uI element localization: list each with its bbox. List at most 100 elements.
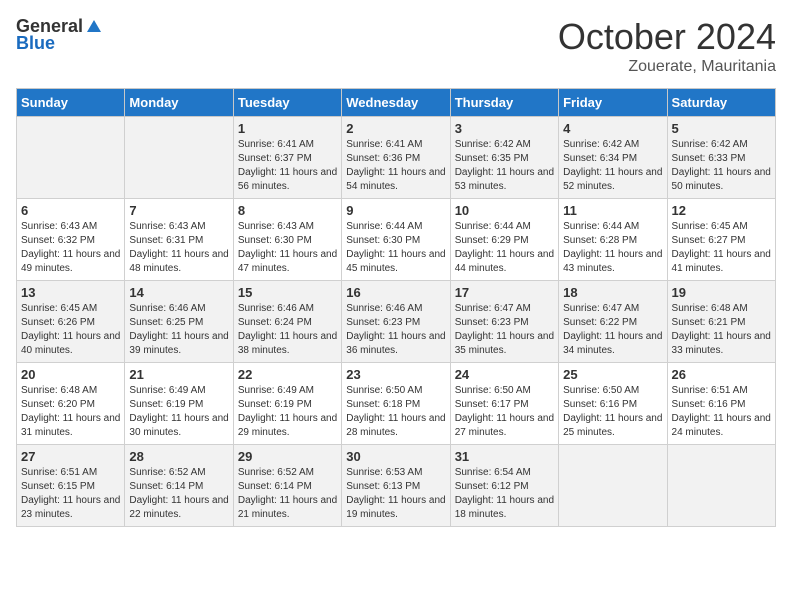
daylight-text: Daylight: 11 hours and 52 minutes.: [563, 166, 662, 194]
day-number: 8: [238, 203, 337, 218]
sunset-text: Sunset: 6:12 PM: [455, 480, 554, 494]
day-number: 6: [21, 203, 120, 218]
logo: General Blue: [16, 16, 103, 54]
sunset-text: Sunset: 6:19 PM: [238, 398, 337, 412]
sunset-text: Sunset: 6:22 PM: [563, 316, 662, 330]
sunset-text: Sunset: 6:16 PM: [563, 398, 662, 412]
sunset-text: Sunset: 6:17 PM: [455, 398, 554, 412]
sunset-text: Sunset: 6:25 PM: [129, 316, 228, 330]
sunset-text: Sunset: 6:23 PM: [455, 316, 554, 330]
day-number: 19: [672, 285, 771, 300]
sunrise-text: Sunrise: 6:47 AM: [455, 302, 554, 316]
sunrise-text: Sunrise: 6:50 AM: [455, 384, 554, 398]
calendar-cell: 22Sunrise: 6:49 AMSunset: 6:19 PMDayligh…: [233, 363, 341, 445]
calendar-cell: 12 Sunrise: 6:45 AMSunset: 6:27 PMDayligh…: [667, 199, 775, 281]
sunset-text: Sunset: 6:16 PM: [672, 398, 771, 412]
header-day-friday: Friday: [559, 89, 667, 117]
daylight-text: Daylight: 11 hours and 49 minutes.: [21, 248, 120, 276]
sunset-text: Sunset: 6:27 PM: [672, 234, 771, 248]
day-number: 25: [563, 367, 662, 382]
day-info: Sunrise: 6:42 AMSunset: 6:34 PMDaylight:…: [563, 138, 662, 194]
sunrise-text: Sunrise: 6:50 AM: [563, 384, 662, 398]
sunrise-text: Sunrise: 6:45 AM: [672, 220, 771, 234]
day-info: Sunrise: 6:43 AMSunset: 6:30 PMDaylight:…: [238, 220, 337, 276]
sunrise-text: Sunrise: 6:44 AM: [455, 220, 554, 234]
day-info: Sunrise: 6:45 AMSunset: 6:26 PMDaylight:…: [21, 302, 120, 358]
day-number: 9: [346, 203, 445, 218]
calendar-cell: 16Sunrise: 6:46 AMSunset: 6:23 PMDayligh…: [342, 281, 450, 363]
calendar-cell: 2Sunrise: 6:41 AMSunset: 6:36 PMDaylight…: [342, 117, 450, 199]
day-number: 2: [346, 121, 445, 136]
calendar-cell: 26Sunrise: 6:51 AMSunset: 6:16 PMDayligh…: [667, 363, 775, 445]
day-number: 20: [21, 367, 120, 382]
daylight-text: Daylight: 11 hours and 53 minutes.: [455, 166, 554, 194]
sunset-text: Sunset: 6:14 PM: [129, 480, 228, 494]
sunset-text: Sunset: 6:33 PM: [672, 152, 771, 166]
sunset-text: Sunset: 6:18 PM: [346, 398, 445, 412]
logo-icon: [85, 18, 103, 36]
sunrise-text: Sunrise: 6:53 AM: [346, 466, 445, 480]
day-info: Sunrise: 6:48 AMSunset: 6:21 PMDaylight:…: [672, 302, 771, 358]
day-number: 27: [21, 449, 120, 464]
day-info: Sunrise: 6:48 AMSunset: 6:20 PMDaylight:…: [21, 384, 120, 440]
sunset-text: Sunset: 6:26 PM: [21, 316, 120, 330]
day-number: 30: [346, 449, 445, 464]
day-info: Sunrise: 6:44 AMSunset: 6:30 PMDaylight:…: [346, 220, 445, 276]
sunset-text: Sunset: 6:19 PM: [129, 398, 228, 412]
sunrise-text: Sunrise: 6:41 AM: [238, 138, 337, 152]
daylight-text: Daylight: 11 hours and 50 minutes.: [672, 166, 771, 194]
day-info: Sunrise: 6:52 AMSunset: 6:14 PMDaylight:…: [129, 466, 228, 522]
calendar-cell: 29Sunrise: 6:52 AMSunset: 6:14 PMDayligh…: [233, 445, 341, 527]
sunrise-text: Sunrise: 6:43 AM: [21, 220, 120, 234]
sunrise-text: Sunrise: 6:52 AM: [238, 466, 337, 480]
daylight-text: Daylight: 11 hours and 25 minutes.: [563, 412, 662, 440]
sunrise-text: Sunrise: 6:41 AM: [346, 138, 445, 152]
daylight-text: Daylight: 11 hours and 41 minutes.: [672, 248, 771, 276]
calendar-cell: 27 Sunrise: 6:51 AMSunset: 6:15 PMDayligh…: [17, 445, 125, 527]
sunrise-text: Sunrise: 6:42 AM: [455, 138, 554, 152]
day-number: 21: [129, 367, 228, 382]
sunrise-text: Sunrise: 6:48 AM: [672, 302, 771, 316]
sunrise-text: Sunrise: 6:44 AM: [563, 220, 662, 234]
sunset-text: Sunset: 6:34 PM: [563, 152, 662, 166]
day-number: 10: [455, 203, 554, 218]
day-info: Sunrise: 6:45 AMSunset: 6:27 PMDaylight:…: [672, 220, 771, 276]
calendar-cell: [559, 445, 667, 527]
day-info: Sunrise: 6:46 AMSunset: 6:24 PMDaylight:…: [238, 302, 337, 358]
daylight-text: Daylight: 11 hours and 21 minutes.: [238, 494, 337, 522]
calendar-cell: 5Sunrise: 6:42 AMSunset: 6:33 PMDaylight…: [667, 117, 775, 199]
day-number: 12: [672, 203, 771, 218]
sunrise-text: Sunrise: 6:48 AM: [21, 384, 120, 398]
sunset-text: Sunset: 6:29 PM: [455, 234, 554, 248]
daylight-text: Daylight: 11 hours and 36 minutes.: [346, 330, 445, 358]
sunrise-text: Sunrise: 6:46 AM: [238, 302, 337, 316]
day-number: 11: [563, 203, 662, 218]
day-number: 29: [238, 449, 337, 464]
sunset-text: Sunset: 6:24 PM: [238, 316, 337, 330]
day-number: 13: [21, 285, 120, 300]
daylight-text: Daylight: 11 hours and 40 minutes.: [21, 330, 120, 358]
day-info: Sunrise: 6:50 AMSunset: 6:16 PMDaylight:…: [563, 384, 662, 440]
calendar-cell: 10 Sunrise: 6:44 AMSunset: 6:29 PMDayligh…: [450, 199, 558, 281]
day-number: 4: [563, 121, 662, 136]
day-number: 3: [455, 121, 554, 136]
day-number: 7: [129, 203, 228, 218]
day-number: 15: [238, 285, 337, 300]
day-info: Sunrise: 6:44 AMSunset: 6:29 PMDaylight:…: [455, 220, 554, 276]
calendar-cell: 8 Sunrise: 6:43 AMSunset: 6:30 PMDaylight…: [233, 199, 341, 281]
day-number: 16: [346, 285, 445, 300]
calendar-cell: 11Sunrise: 6:44 AMSunset: 6:28 PMDayligh…: [559, 199, 667, 281]
calendar-cell: 6 Sunrise: 6:43 AMSunset: 6:32 PMDaylight…: [17, 199, 125, 281]
day-info: Sunrise: 6:51 AMSunset: 6:15 PMDaylight:…: [21, 466, 120, 522]
sunset-text: Sunset: 6:21 PM: [672, 316, 771, 330]
day-info: Sunrise: 6:43 AMSunset: 6:32 PMDaylight:…: [21, 220, 120, 276]
sunrise-text: Sunrise: 6:44 AM: [346, 220, 445, 234]
header-day-sunday: Sunday: [17, 89, 125, 117]
calendar-cell: 13 Sunrise: 6:45 AMSunset: 6:26 PMDayligh…: [17, 281, 125, 363]
calendar-header-row: SundayMondayTuesdayWednesdayThursdayFrid…: [17, 89, 776, 117]
location-title: Zouerate, Mauritania: [558, 58, 776, 76]
sunset-text: Sunset: 6:30 PM: [346, 234, 445, 248]
header-day-monday: Monday: [125, 89, 233, 117]
calendar-cell: [125, 117, 233, 199]
daylight-text: Daylight: 11 hours and 31 minutes.: [21, 412, 120, 440]
